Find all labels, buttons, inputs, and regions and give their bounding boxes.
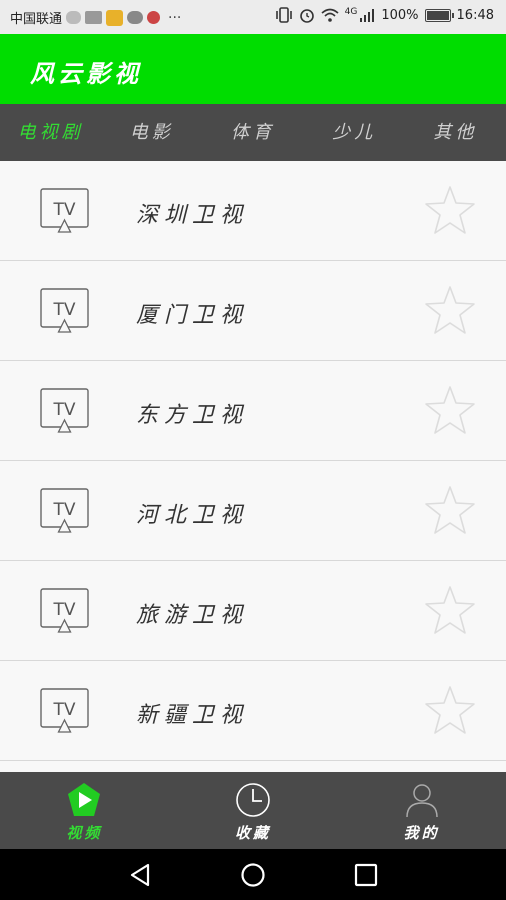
- tv-icon-text: TV: [52, 500, 75, 520]
- favorite-star-icon[interactable]: [424, 185, 476, 235]
- heart-icon: [85, 11, 103, 24]
- cloud-icon: [66, 11, 82, 24]
- tv-icon-text: TV: [52, 400, 75, 420]
- wifi-icon: [321, 8, 339, 22]
- tv-icon-text: TV: [52, 300, 75, 320]
- star-app-icon: [106, 9, 124, 26]
- channel-name: 旅游卫视: [136, 603, 249, 628]
- channel-row[interactable]: TV 新疆卫视: [0, 661, 506, 761]
- tab-0[interactable]: 电视剧: [0, 104, 101, 161]
- battery-percent: 100%: [381, 7, 419, 23]
- signal-icon: [360, 9, 375, 22]
- network-type-label: 4G: [344, 7, 358, 17]
- tv-icon-text: TV: [52, 600, 75, 620]
- tab-3[interactable]: 少儿: [304, 104, 405, 161]
- tab-2[interactable]: 体育: [202, 104, 303, 161]
- channel-row[interactable]: TV 旅游卫视: [0, 561, 506, 661]
- back-icon[interactable]: [128, 862, 154, 888]
- bottom-navigation: 视频 收藏 我的: [0, 772, 506, 849]
- favorite-star-icon[interactable]: [424, 485, 476, 535]
- tv-icon: TV: [40, 288, 89, 333]
- channel-row[interactable]: TV 河北卫视: [0, 461, 506, 561]
- channel-list[interactable]: TV 深圳卫视 TV 厦门卫视 TV 东方卫视 TV 河北卫视 TV 旅游卫视 …: [0, 161, 506, 772]
- clock-icon: [236, 783, 270, 817]
- favorite-star-icon[interactable]: [424, 585, 476, 635]
- tv-icon-text: TV: [52, 700, 75, 720]
- nav-label: 视频: [66, 824, 103, 842]
- battery-icon: [424, 8, 454, 22]
- category-tabs: 电视剧 电影 体育 少儿 其他: [0, 104, 506, 161]
- favorite-star-icon[interactable]: [424, 285, 476, 335]
- alarm-icon: [299, 9, 314, 23]
- nav-label: 收藏: [235, 824, 272, 842]
- status-bar: 中国联通 ··· 4G 100% 16:48: [0, 0, 506, 34]
- vibrate-icon: [275, 7, 292, 23]
- channel-name: 东方卫视: [136, 403, 249, 428]
- app-bar: 风云影视: [0, 34, 506, 104]
- favorite-star-icon[interactable]: [424, 685, 476, 735]
- system-nav-bar: [0, 849, 506, 900]
- battery-fill: [426, 10, 449, 20]
- status-right: 4G 100% 16:48: [275, 7, 494, 23]
- favorite-star-icon[interactable]: [424, 385, 476, 435]
- channel-row[interactable]: TV 深圳卫视: [0, 161, 506, 261]
- status-left: 中国联通 ···: [10, 8, 181, 27]
- nav-label: 我的: [403, 824, 440, 842]
- user-icon: [405, 784, 438, 818]
- tv-icon: TV: [40, 388, 89, 433]
- tv-icon: TV: [40, 588, 89, 633]
- tab-1[interactable]: 电影: [101, 104, 202, 161]
- channel-name: 厦门卫视: [136, 303, 249, 328]
- channel-row[interactable]: TV 厦门卫视: [0, 261, 506, 361]
- clock-time: 16:48: [456, 7, 494, 23]
- nav-item-0[interactable]: 视频: [0, 772, 169, 849]
- tv-icon: TV: [40, 188, 89, 233]
- tab-4[interactable]: 其他: [405, 104, 506, 161]
- tv-icon: TV: [40, 688, 89, 733]
- play-icon: [68, 783, 101, 816]
- chat-icon: [127, 11, 144, 24]
- recents-icon[interactable]: [353, 862, 379, 888]
- nav-item-2[interactable]: 我的: [337, 772, 506, 849]
- channel-row[interactable]: TV 东方卫视: [0, 361, 506, 461]
- carrier-label: 中国联通: [10, 12, 63, 27]
- nav-item-1[interactable]: 收藏: [169, 772, 338, 849]
- tv-icon-text: TV: [52, 200, 75, 220]
- home-icon[interactable]: [240, 862, 266, 888]
- location-icon: [147, 11, 161, 24]
- tv-icon: TV: [40, 488, 89, 533]
- app-title: 风云影视: [30, 60, 142, 88]
- channel-name: 河北卫视: [136, 503, 249, 528]
- overflow-indicator: ···: [168, 9, 182, 26]
- channel-name: 深圳卫视: [136, 203, 249, 228]
- channel-name: 新疆卫视: [136, 703, 249, 728]
